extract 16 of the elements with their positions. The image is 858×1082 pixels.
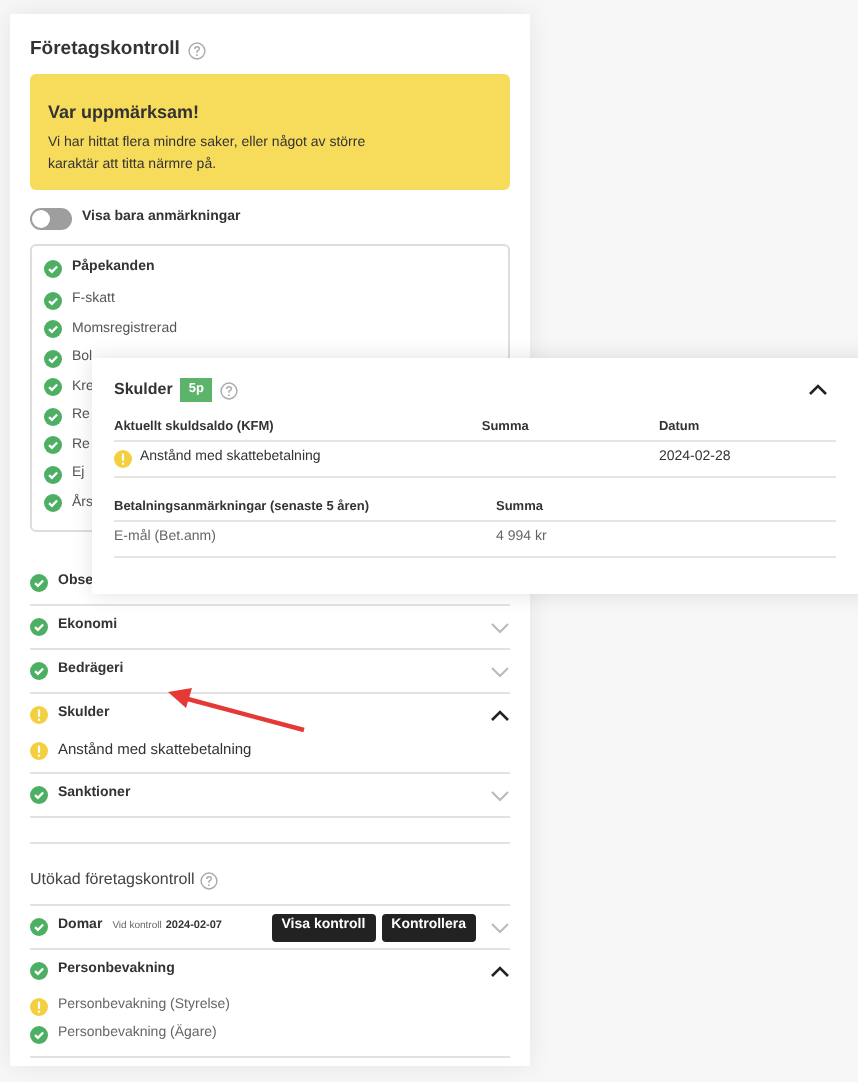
chevron-up-icon[interactable] xyxy=(808,384,828,396)
help-icon[interactable] xyxy=(200,871,219,889)
toggle-switch[interactable] xyxy=(30,208,72,230)
chevron-up-icon[interactable] xyxy=(490,709,510,721)
panel-title: Företagskontroll xyxy=(30,35,180,64)
chevron-down-icon[interactable] xyxy=(490,921,510,933)
help-icon[interactable] xyxy=(219,381,238,399)
chevron-up-icon[interactable] xyxy=(490,965,510,977)
chevron-down-icon[interactable] xyxy=(490,621,510,633)
arrow-annotation xyxy=(164,686,308,734)
popup-title: Skulder xyxy=(114,378,173,402)
chevron-down-icon[interactable] xyxy=(490,789,510,801)
alert-title: Var uppmärksam! xyxy=(48,100,202,126)
section-heading: Utökad företagskontroll xyxy=(30,868,195,892)
chevron-down-icon[interactable] xyxy=(490,665,510,677)
help-icon[interactable] xyxy=(187,41,206,59)
